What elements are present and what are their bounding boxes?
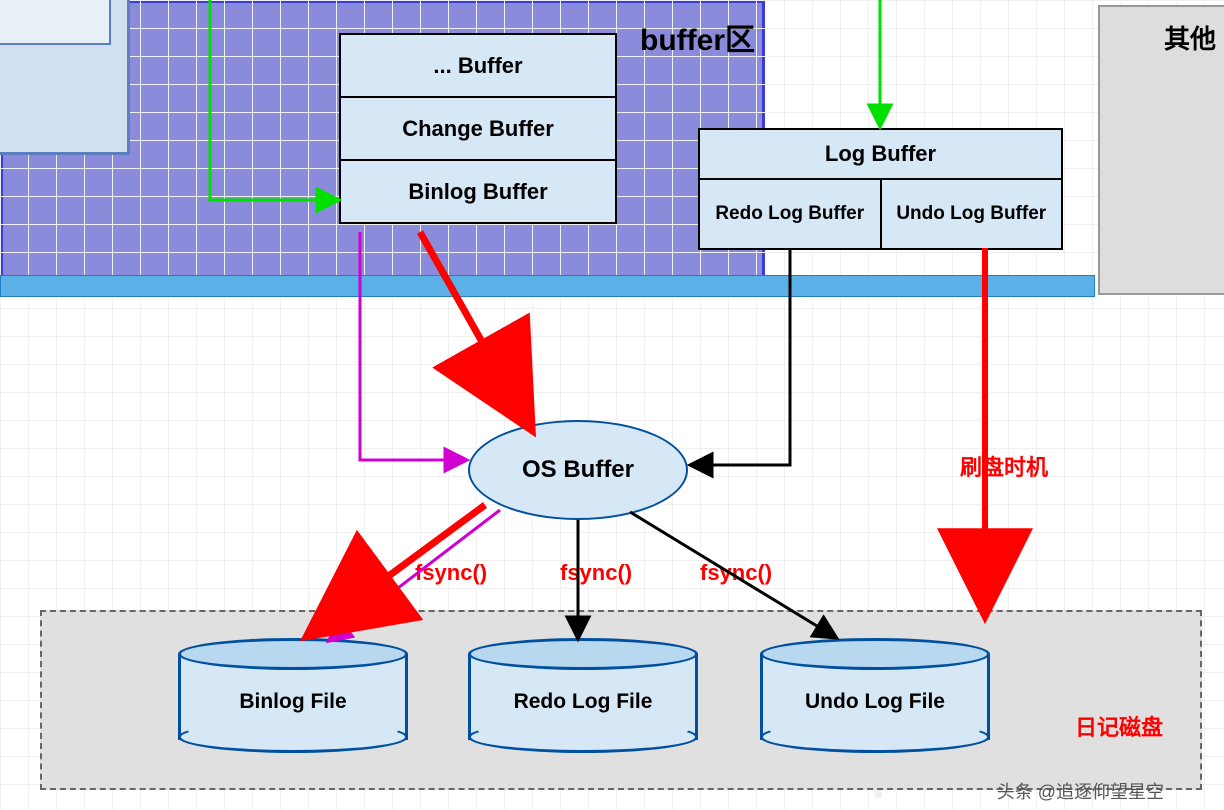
fsync-label-3: fsync() <box>700 560 772 586</box>
fsync-label-1: fsync() <box>415 560 487 586</box>
undo-file-label: Undo Log File <box>760 690 990 714</box>
cylinder-binlog: Binlog File <box>178 638 408 753</box>
log-buffer-title: Log Buffer <box>700 130 1061 180</box>
left-inner-box <box>0 0 111 45</box>
os-buffer: OS Buffer <box>468 420 688 520</box>
credit-text: 头条 @追逐仰望星空 <box>997 778 1164 804</box>
undo-log-buffer: Undo Log Buffer <box>882 180 1062 248</box>
binlog-file-label: Binlog File <box>178 690 408 714</box>
flush-timing-label: 刷盘时机 <box>960 450 1048 482</box>
blue-bar <box>0 275 1095 297</box>
other-zone: 其他 <box>1098 5 1224 295</box>
buffer-cell-change: Change Buffer <box>339 96 617 161</box>
buffer-cell-binlog: Binlog Buffer <box>339 159 617 224</box>
left-partial-box <box>0 0 130 155</box>
buffer-stack: ... Buffer Change Buffer Binlog Buffer <box>339 35 617 224</box>
cylinder-undo: Undo Log File <box>760 638 990 753</box>
buffer-zone-title: buffer区 <box>640 15 755 59</box>
buffer-cell-other: ... Buffer <box>339 33 617 98</box>
disk-label: 日记磁盘 <box>1075 710 1163 742</box>
fsync-label-2: fsync() <box>560 560 632 586</box>
log-buffer-box: Log Buffer Redo Log Buffer Undo Log Buff… <box>698 128 1063 250</box>
cylinder-redo: Redo Log File <box>468 638 698 753</box>
other-label: 其他 <box>1164 19 1216 56</box>
redo-log-buffer: Redo Log Buffer <box>700 180 882 248</box>
redo-file-label: Redo Log File <box>468 690 698 714</box>
